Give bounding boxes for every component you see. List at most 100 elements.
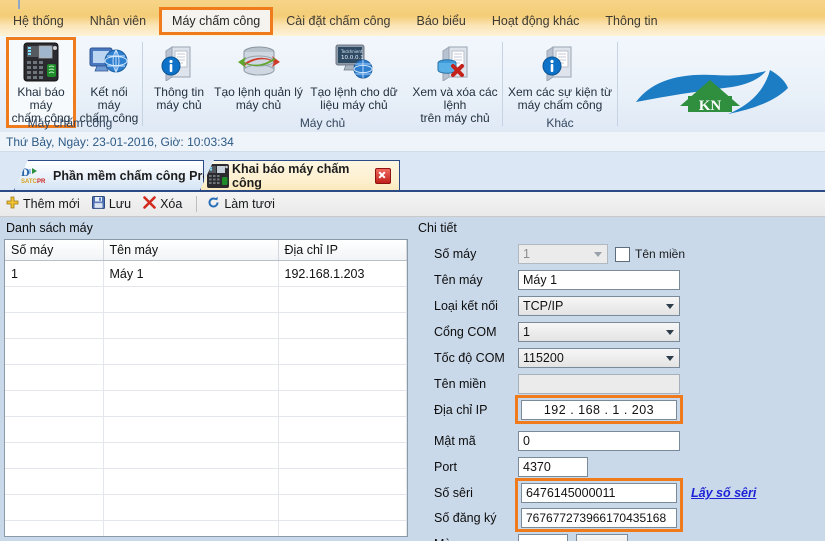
refresh-icon [207, 196, 220, 212]
so-dang-ky-input[interactable]: 767677273966170435168 [521, 508, 677, 528]
column-header-ten-may[interactable]: Tên máy [103, 240, 279, 261]
ribbon-button-khai-bao-may-cham-cong[interactable]: Khai báo máy chấm công [6, 37, 76, 128]
delete-x-icon [143, 196, 156, 212]
machine-list-grid[interactable]: Số máy Tên máy Địa chỉ IP 1 Máy 1 192.16… [4, 239, 408, 537]
table-row-empty[interactable] [5, 468, 407, 495]
document-tab-label: Khai báo máy chấm công [232, 161, 350, 190]
document-tab-strip: D I SATC PR Phần mềm chấm công Pro Khai … [0, 152, 825, 192]
document-tab-label: Phần mềm chấm công Pro [53, 168, 210, 183]
label-so-dang-ky: Số đăng ký [434, 511, 497, 525]
plus-icon [6, 196, 19, 212]
ribbon-group-khac: Xem các sự kiện từ máy chấm công Khác [505, 36, 615, 132]
cong-com-combo[interactable]: 1 [518, 322, 680, 342]
cell-ten-may: Máy 1 [103, 260, 279, 287]
delete-label: Xóa [160, 197, 183, 211]
label-so-seri: Số sêri [434, 486, 473, 500]
menu-item-thong-tin[interactable]: Thông tin [592, 10, 670, 32]
document-tab-phan-mem-cham-cong[interactable]: D I SATC PR Phần mềm chấm công Pro [14, 160, 204, 190]
ribbon-button-label: Xem các sự kiện từ máy chấm công [508, 86, 612, 112]
monitor-globe-icon: Teckhnient 10.0.0.1 [332, 40, 376, 84]
save-icon [91, 196, 105, 212]
label-mat-ma: Mật mã [434, 434, 476, 448]
lay-so-seri-link[interactable]: Lấy số sêri [691, 486, 756, 500]
label-ten-mien: Tên miền [434, 377, 487, 391]
row-so-dang-ky: Số đăng ký 767677273966170435168 [412, 507, 825, 529]
refresh-button[interactable]: Làm tươi [207, 196, 275, 212]
row-toc-do-com: Tốc độ COM 115200 [412, 347, 825, 369]
main-content: Danh sách máy Số máy Tên máy Địa chỉ IP … [0, 217, 825, 541]
machine-table: Số máy Tên máy Địa chỉ IP 1 Máy 1 192.16… [5, 240, 407, 536]
label-line-1: Thông tin [153, 85, 205, 99]
table-row-empty[interactable] [5, 520, 407, 536]
ribbon-button-tao-lenh-quan-ly-may-chu[interactable]: Tạo lệnh quản lý máy chủ [211, 40, 306, 112]
label-mau: Màu [434, 537, 526, 541]
table-row[interactable]: 1 Máy 1 192.168.1.203 [5, 260, 407, 287]
ribbon-button-xem-va-xoa-cac-lenh[interactable]: Xem và xóa các lệnh trên máy chủ [400, 40, 510, 125]
menu-item-hoat-dong-khac[interactable]: Hoạt động khác [479, 10, 593, 32]
menu-item-he-thong[interactable]: Hệ thống [0, 10, 77, 32]
add-new-label: Thêm mới [23, 197, 80, 211]
ribbon-button-ket-noi-may-cham-cong[interactable]: Kết nối máy chấm công [78, 40, 140, 125]
table-row-empty[interactable] [5, 364, 407, 391]
table-row-empty[interactable] [5, 312, 407, 339]
cong-com-value: 1 [523, 325, 530, 339]
ten-may-input[interactable]: Máy 1 [518, 270, 680, 290]
ribbon-button-xem-cac-su-kien[interactable]: Xem các sự kiện từ máy chấm công [507, 40, 613, 112]
menu-item-label: Hệ thống [13, 14, 64, 28]
ribbon-button-thong-tin-may-chu[interactable]: Thông tin máy chủ [149, 40, 209, 112]
menu-item-label: Hoạt động khác [491, 14, 580, 28]
svg-text:Teckhnient: Teckhnient [340, 49, 363, 54]
menu-item-bao-bieu[interactable]: Báo biểu [404, 10, 479, 32]
mau-color-input[interactable] [518, 534, 568, 541]
table-row-empty[interactable] [5, 338, 407, 365]
ten-mien-checkbox-group[interactable]: Tên miền [615, 246, 685, 262]
row-ten-may: Tên máy Máy 1 [412, 269, 825, 291]
ribbon-button-tao-lenh-cho-du-lieu-may-chu[interactable]: Teckhnient 10.0.0.1 Tạo lệnh cho dữ liệu… [308, 40, 400, 112]
so-seri-input[interactable]: 6476145000011 [521, 483, 677, 503]
mat-ma-input[interactable]: 0 [518, 431, 680, 451]
detail-pane: Chi tiết Số máy 1 Tên miền Tên máy Máy 1 [412, 217, 825, 541]
toc-do-com-combo[interactable]: 115200 [518, 348, 680, 368]
toolbar-divider [196, 196, 198, 212]
close-icon[interactable] [375, 167, 391, 184]
timeclock-device-icon [207, 163, 229, 188]
chevron-down-icon [666, 303, 674, 309]
table-row-empty[interactable] [5, 494, 407, 521]
add-new-button[interactable]: Thêm mới [6, 196, 80, 212]
row-so-seri: Số sêri 6476145000011 Lấy số sêri [412, 482, 825, 504]
dia-chi-ip-input[interactable]: 192 . 168 . 1 . 203 [521, 400, 677, 420]
so-may-combo[interactable]: 1 [518, 244, 608, 264]
loai-ket-noi-value: TCP/IP [523, 299, 564, 313]
column-header-so-may[interactable]: Số máy [5, 240, 104, 261]
delete-button[interactable]: Xóa [143, 196, 182, 212]
menu-item-may-cham-cong[interactable]: Máy chấm công [159, 7, 274, 35]
label-so-may: Số máy [434, 247, 477, 261]
timeclock-device-icon [22, 40, 60, 84]
table-row-empty[interactable] [5, 286, 407, 313]
menu-item-cai-dat-cham-cong[interactable]: Cài đặt chấm công [273, 10, 403, 32]
menu-item-label: Máy chấm công [172, 14, 261, 28]
column-header-dia-chi-ip[interactable]: Địa chỉ IP [278, 240, 407, 261]
ten-mien-input[interactable] [518, 374, 680, 394]
table-row-empty[interactable] [5, 416, 407, 443]
database-sync-icon [237, 40, 280, 84]
label-line-1: Tạo lệnh quản lý [214, 85, 303, 99]
menu-item-nhan-vien[interactable]: Nhân viên [77, 10, 159, 32]
ribbon-separator [142, 42, 143, 126]
table-row-empty[interactable] [5, 390, 407, 417]
mau-picker-button[interactable] [576, 534, 628, 541]
table-row-empty[interactable] [5, 442, 407, 469]
ribbon-group-may-cham-cong: Khai báo máy chấm công Kết nối máy chấm … [0, 36, 140, 132]
company-logo: KN [620, 66, 820, 128]
server-info-icon [160, 40, 198, 84]
chevron-down-icon [666, 329, 674, 335]
so-may-value: 1 [523, 247, 530, 261]
save-button[interactable]: Lưu [91, 196, 131, 212]
toc-do-com-value: 115200 [523, 351, 564, 365]
loai-ket-noi-combo[interactable]: TCP/IP [518, 296, 680, 316]
port-input[interactable]: 4370 [518, 457, 588, 477]
cell-dia-chi-ip: 192.168.1.203 [278, 260, 407, 287]
so-seri-value: 6476145000011 [526, 486, 616, 500]
ten-mien-checkbox[interactable] [615, 246, 630, 262]
document-tab-khai-bao-may-cham-cong[interactable]: Khai báo máy chấm công [200, 160, 400, 190]
